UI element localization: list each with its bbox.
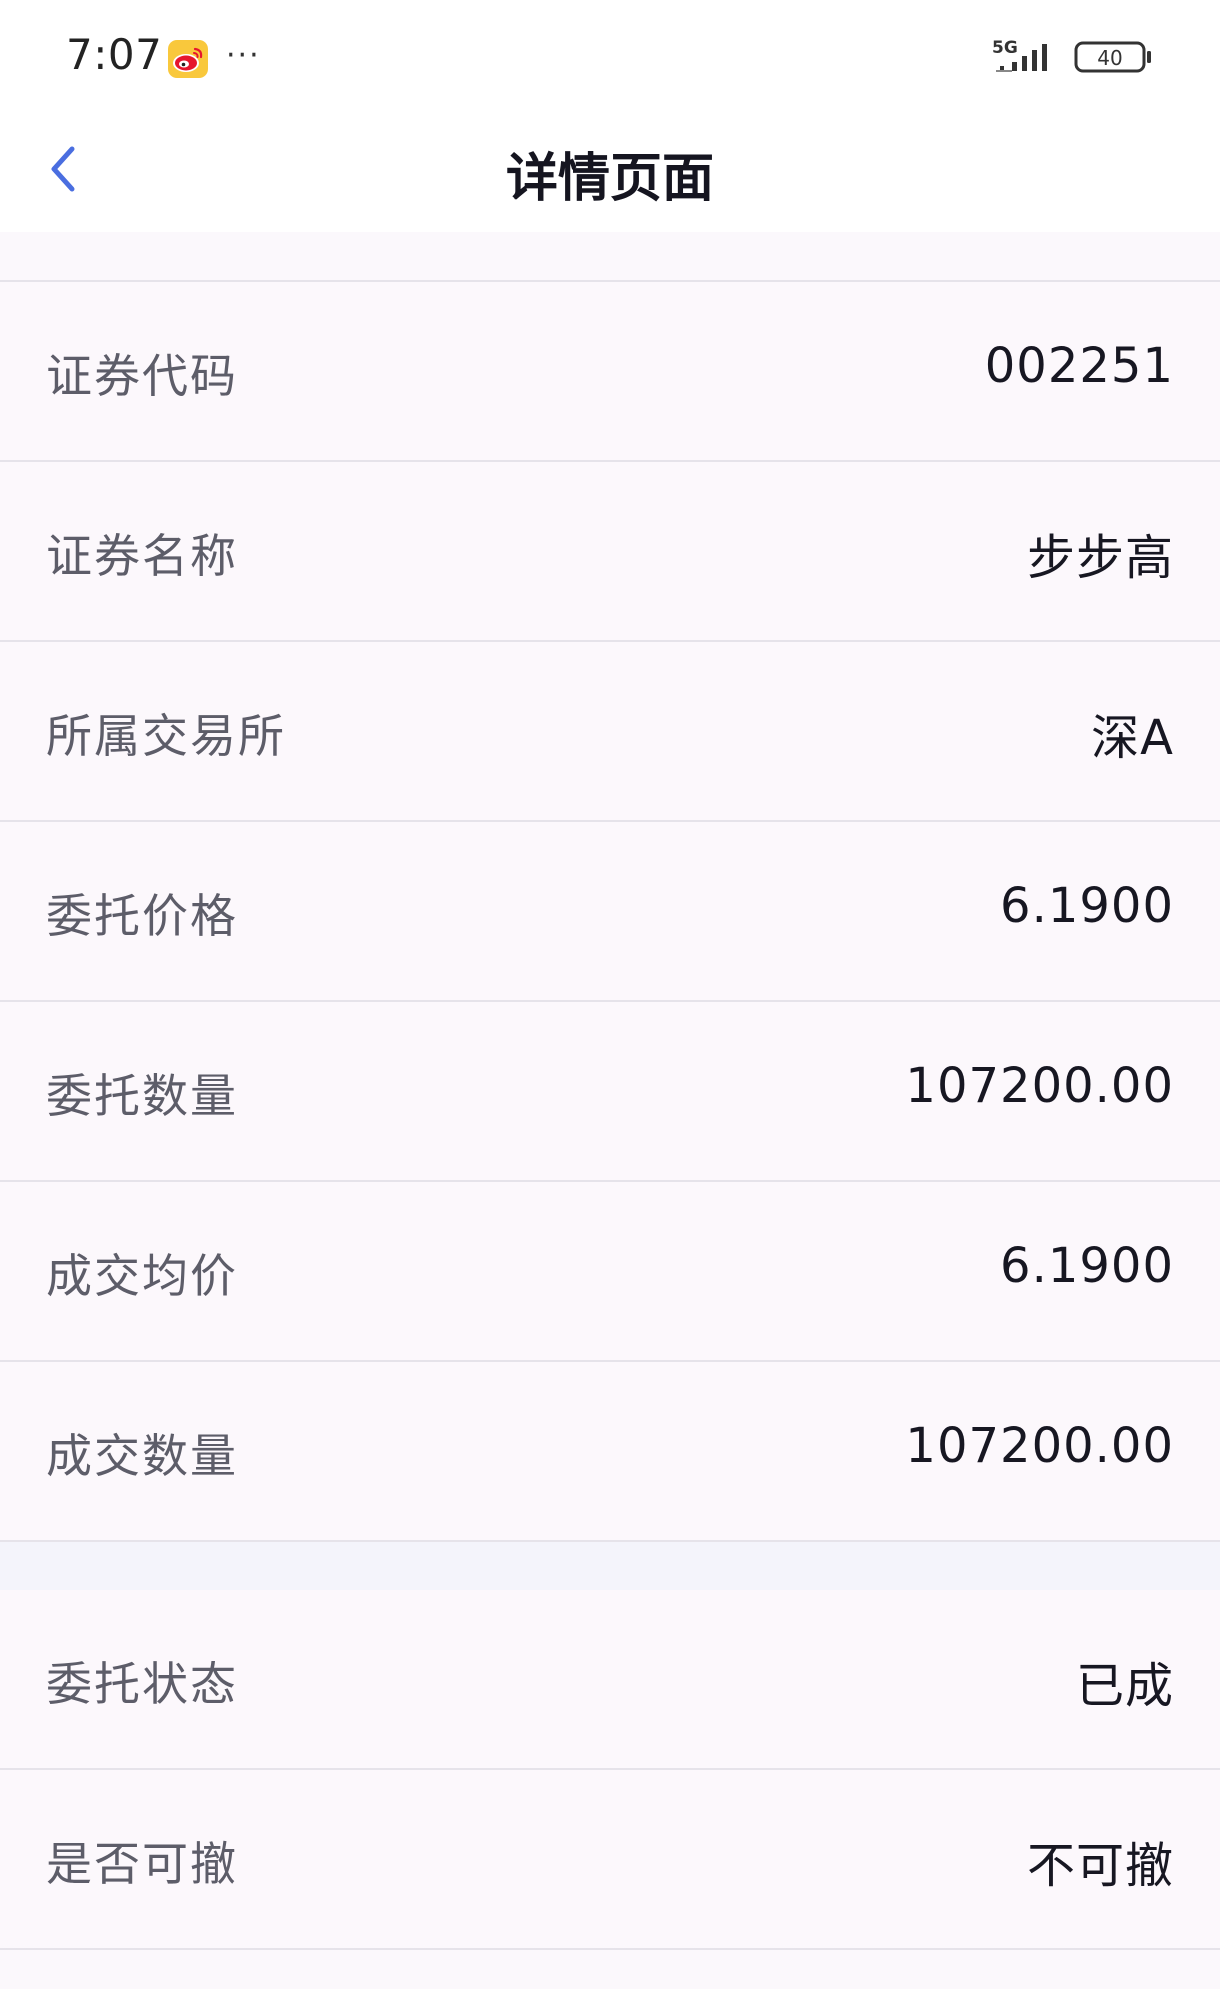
- battery-level: 40: [1097, 46, 1122, 70]
- row-label: 是否可撤: [46, 1837, 238, 1891]
- row-value: 不可撤: [1026, 1838, 1174, 1894]
- row-value: 步步高: [1026, 530, 1174, 586]
- row-label: 委托价格: [46, 889, 238, 943]
- more-notifications-icon: ···: [226, 38, 261, 73]
- nav-bar: 详情页面: [0, 110, 1220, 232]
- battery-icon: 40: [1074, 40, 1154, 74]
- status-time: 7:07: [66, 30, 163, 79]
- status-bar: 7:07 ··· 5G 40: [0, 0, 1220, 110]
- row-value: 107200.00: [905, 1418, 1174, 1474]
- row-value: 107200.00: [905, 1058, 1174, 1114]
- row-value: 002251: [984, 338, 1174, 394]
- section-divider: [0, 1542, 1220, 1590]
- detail-row-order-quantity: 委托数量 107200.00: [0, 1002, 1220, 1182]
- detail-row-order-price: 委托价格 6.1900: [0, 822, 1220, 1002]
- row-label: 委托数量: [46, 1069, 238, 1123]
- detail-row-security-code: 证券代码 002251: [0, 282, 1220, 462]
- detail-row-exchange: 所属交易所 深A: [0, 642, 1220, 822]
- detail-row-security-name: 证券名称 步步高: [0, 462, 1220, 642]
- detail-row-fill-quantity: 成交数量 107200.00: [0, 1362, 1220, 1542]
- order-status-list: 委托状态 已成 是否可撤 不可撤: [0, 1590, 1220, 1950]
- row-label: 证券代码: [46, 349, 238, 403]
- order-detail-list: 证券代码 002251 证券名称 步步高 所属交易所 深A 委托价格 6.190…: [0, 282, 1220, 1542]
- row-value: 深A: [1091, 710, 1174, 766]
- detail-row-order-status: 委托状态 已成: [0, 1590, 1220, 1770]
- page-title: 详情页面: [505, 149, 714, 209]
- signal-5g-icon: 5G: [992, 36, 1062, 76]
- top-spacer: [0, 232, 1220, 282]
- row-value: 6.1900: [1000, 878, 1174, 934]
- row-label: 成交数量: [46, 1429, 238, 1483]
- detail-row-cancelable: 是否可撤 不可撤: [0, 1770, 1220, 1950]
- network-type-label: 5G: [992, 38, 1018, 58]
- row-label: 成交均价: [46, 1249, 238, 1303]
- detail-row-avg-fill-price: 成交均价 6.1900: [0, 1182, 1220, 1362]
- row-value: 6.1900: [1000, 1238, 1174, 1294]
- row-label: 所属交易所: [46, 709, 286, 763]
- weibo-app-icon: [168, 40, 208, 78]
- row-label: 委托状态: [46, 1657, 238, 1711]
- row-value: 已成: [1075, 1658, 1174, 1714]
- row-label: 证券名称: [46, 529, 238, 583]
- back-arrow-icon[interactable]: [40, 134, 86, 204]
